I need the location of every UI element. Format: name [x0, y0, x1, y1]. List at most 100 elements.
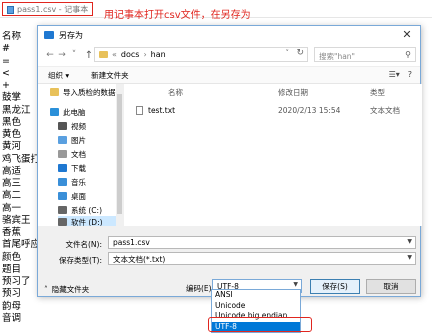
- file-type: 文本文档: [370, 105, 400, 115]
- organize-button[interactable]: 组织 ▾: [48, 70, 69, 81]
- documents-icon: [58, 150, 67, 158]
- annotation-text: 用记事本打开csv文件，在另存为: [104, 10, 251, 21]
- text-line: =: [2, 55, 10, 67]
- nav-item-this-pc[interactable]: 此电脑: [50, 106, 86, 118]
- nav-item-pictures[interactable]: 图片: [58, 134, 86, 146]
- save-button[interactable]: 保存(S): [310, 279, 360, 294]
- text-line: 音调: [2, 312, 22, 324]
- desktop-icon: [58, 192, 67, 200]
- video-icon: [58, 122, 67, 130]
- nav-item-label: 音乐: [71, 177, 86, 187]
- address-bar[interactable]: « docs › han ˅ ↻: [94, 47, 308, 62]
- nav-item-label: 系统 (C:): [71, 205, 102, 215]
- breadcrumb-han[interactable]: han: [151, 50, 166, 59]
- filetype-value: 文本文档(*.txt): [113, 255, 166, 264]
- save-as-dialog: 另存为 ✕ ← → ˅ ↑ « docs › han ˅ ↻ 搜索"han" ⚲…: [37, 25, 422, 297]
- search-icon[interactable]: ⚲: [405, 50, 411, 59]
- forward-arrow-icon[interactable]: →: [56, 50, 68, 60]
- hide-folders-toggle[interactable]: ˄ 隐藏文件夹: [44, 284, 89, 295]
- breadcrumb-separator: ›: [143, 50, 147, 59]
- folder-icon: [50, 88, 59, 96]
- nav-item-label: 导入质检的数据: [63, 87, 116, 97]
- new-folder-button[interactable]: 新建文件夹: [91, 70, 129, 81]
- filename-field[interactable]: pass1.csv ▼: [108, 236, 416, 249]
- nav-item-videos[interactable]: 视频: [58, 120, 86, 132]
- computer-icon: [50, 108, 59, 116]
- dialog-title: 另存为: [59, 30, 83, 40]
- column-header-type[interactable]: 类型: [370, 87, 385, 98]
- nav-item-documents[interactable]: 文档: [58, 148, 86, 160]
- encoding-label: 编码(E):: [186, 284, 215, 293]
- notepad-window-title: pass1.csv - 记事本: [17, 5, 89, 14]
- nav-item-label: 下载: [71, 163, 86, 173]
- nav-scrollbar[interactable]: [116, 84, 123, 226]
- notepad-app-icon: [7, 5, 14, 14]
- help-icon[interactable]: ?: [408, 70, 412, 79]
- text-line: <: [2, 67, 10, 79]
- view-options-icon[interactable]: ☰▾: [389, 70, 400, 79]
- cancel-button[interactable]: 取消: [366, 279, 416, 294]
- nav-item-drive-c[interactable]: 系统 (C:): [58, 204, 102, 216]
- download-icon: [58, 164, 67, 172]
- dialog-app-icon: [44, 31, 54, 39]
- breadcrumb-overflow[interactable]: «: [112, 50, 117, 59]
- nav-item-label: 此电脑: [63, 107, 86, 117]
- encoding-option-ansi[interactable]: ANSI: [212, 290, 300, 301]
- text-line: 高适: [2, 165, 22, 177]
- text-line: #: [2, 43, 10, 55]
- column-header-date[interactable]: 修改日期: [278, 87, 308, 98]
- nav-item-downloads[interactable]: 下载: [58, 162, 86, 174]
- text-line: 预习: [2, 288, 22, 300]
- recent-locations-icon[interactable]: ˅: [68, 50, 80, 60]
- filetype-label: 保存类型(T):: [59, 256, 102, 265]
- navigation-pane: 导入质检的数据 此电脑 视频 图片 文档 下载 音乐 桌面 系统 (C:) 软件…: [38, 84, 122, 226]
- music-icon: [58, 178, 67, 186]
- file-row[interactable]: test.txt 2020/2/13 15:54 文本文档: [136, 104, 416, 116]
- dialog-title-bar: 另存为 ✕: [38, 26, 420, 44]
- text-line: 黑龙江: [2, 104, 31, 116]
- text-line: +: [2, 80, 10, 91]
- drive-icon: [58, 206, 67, 214]
- file-date: 2020/2/13 15:54: [278, 105, 341, 115]
- nav-item-label: 图片: [71, 135, 86, 145]
- refresh-icon[interactable]: ↻: [296, 48, 304, 58]
- annotation-highlight-box: [208, 317, 312, 332]
- nav-item-imported-data[interactable]: 导入质检的数据: [50, 86, 116, 98]
- text-line: 骆宾王: [2, 214, 31, 226]
- view-controls: ☰▾ ?: [389, 70, 412, 79]
- back-arrow-icon[interactable]: ←: [44, 50, 56, 60]
- text-line: 鸡飞蛋打: [2, 153, 38, 165]
- encoding-option-unicode[interactable]: Unicode: [212, 301, 300, 312]
- text-line: 高一: [2, 202, 22, 214]
- chevron-down-icon[interactable]: ▼: [407, 254, 412, 261]
- text-line: 韵母: [2, 300, 22, 312]
- text-line: 鼓掌: [2, 92, 22, 104]
- command-toolbar: 组织 ▾ 新建文件夹 ☰▾ ?: [38, 66, 420, 84]
- chevron-down-icon[interactable]: ▼: [293, 281, 298, 288]
- nav-item-label: 软件 (D:): [71, 217, 103, 227]
- nav-item-label: 桌面: [71, 191, 86, 201]
- chevron-down-icon[interactable]: ▼: [407, 238, 412, 245]
- filename-value: pass1.csv: [113, 238, 150, 247]
- text-line: 题目: [2, 263, 22, 275]
- pictures-icon: [58, 136, 67, 144]
- text-file-icon: [136, 105, 143, 115]
- nav-item-label: 视频: [71, 121, 86, 131]
- filetype-select[interactable]: 文本文档(*.txt) ▼: [108, 252, 416, 265]
- search-input[interactable]: 搜索"han" ⚲: [314, 47, 416, 62]
- filename-label: 文件名(N):: [65, 240, 103, 249]
- chevron-down-icon[interactable]: ˅: [286, 49, 290, 57]
- nav-item-drive-d[interactable]: 软件 (D:): [58, 216, 116, 226]
- column-header-name[interactable]: 名称: [168, 87, 183, 98]
- notepad-text-area[interactable]: 名称 # = < + 鼓掌 黑龙江 黑色 黄色 黄河 鸡飞蛋打 高适 高三 高二…: [2, 31, 38, 325]
- close-icon[interactable]: ✕: [400, 28, 414, 41]
- scrollbar-thumb[interactable]: [117, 94, 122, 214]
- drive-icon: [58, 218, 67, 226]
- notepad-title-bar: pass1.csv - 记事本 用记事本打开csv文件，在另存为: [0, 0, 432, 21]
- nav-item-music[interactable]: 音乐: [58, 176, 86, 188]
- text-line: 名称: [2, 31, 22, 42]
- text-line: 预习了: [2, 276, 31, 287]
- text-line: 高二: [2, 190, 22, 202]
- nav-item-desktop[interactable]: 桌面: [58, 190, 86, 202]
- breadcrumb-docs[interactable]: docs: [121, 50, 140, 59]
